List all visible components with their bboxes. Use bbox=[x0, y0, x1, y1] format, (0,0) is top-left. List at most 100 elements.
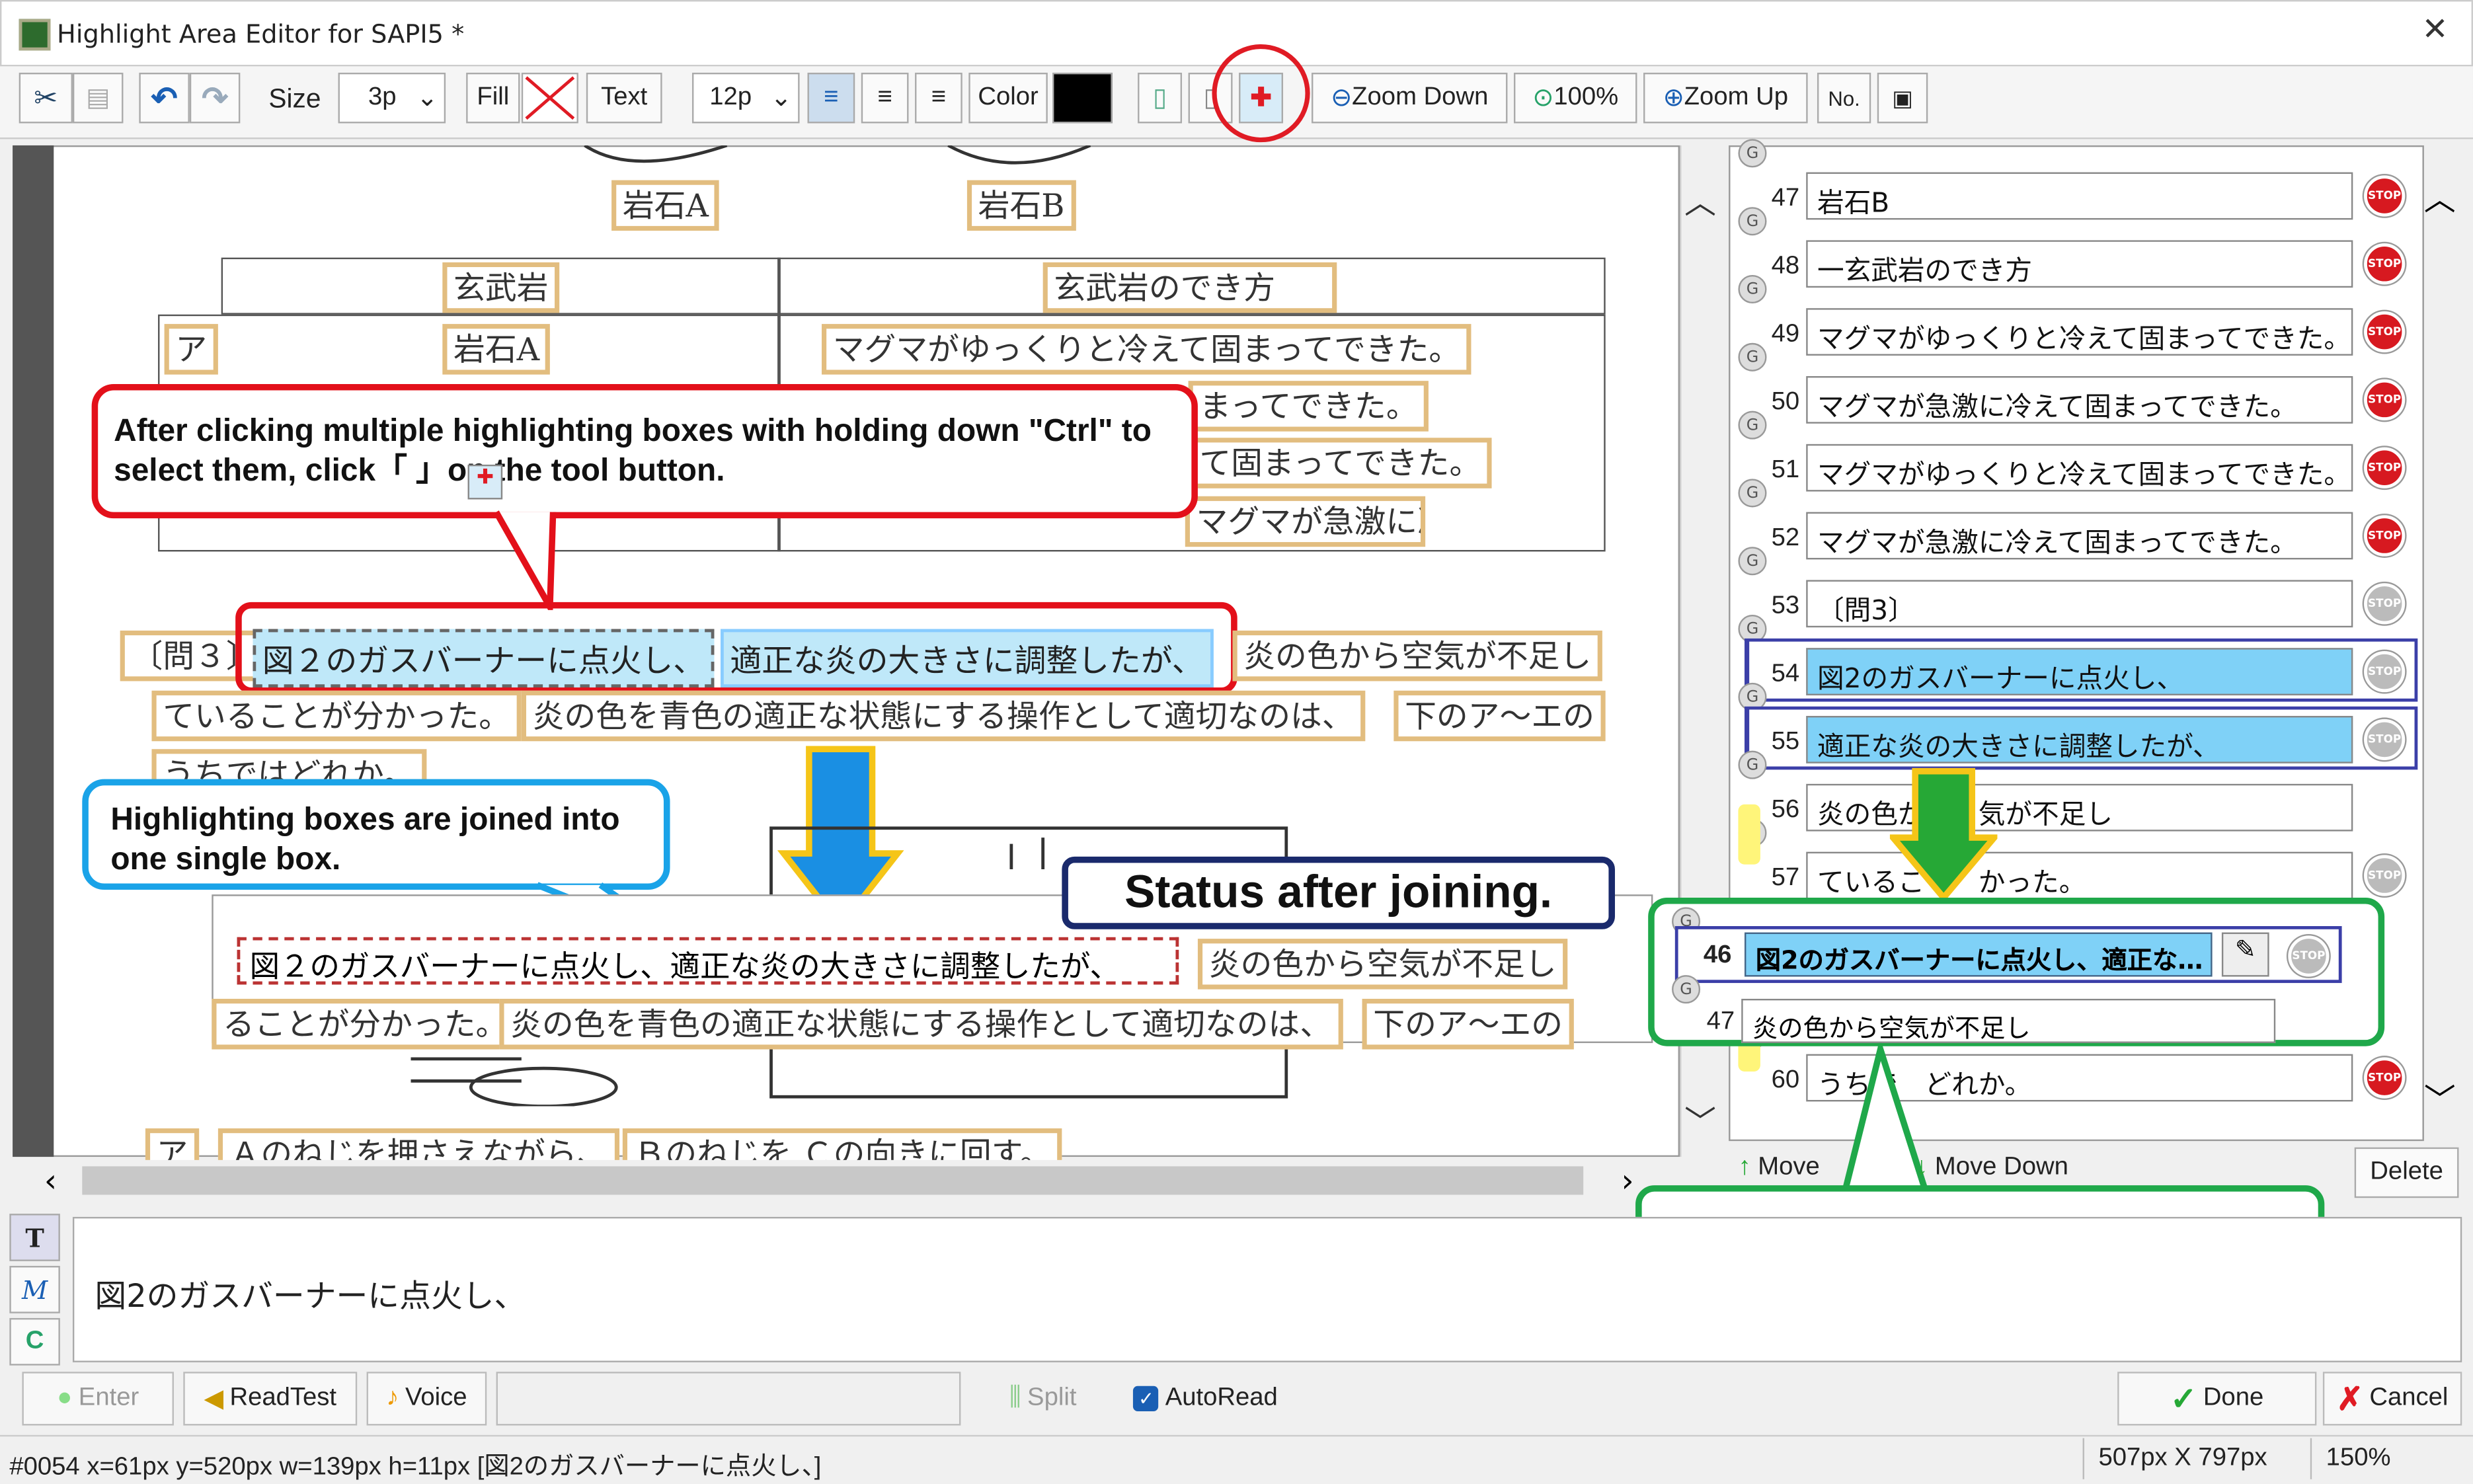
circle-icon: ● bbox=[57, 1384, 73, 1411]
list-row-number: 47 bbox=[1771, 184, 1800, 212]
stop-icon[interactable]: STOP bbox=[2364, 311, 2406, 353]
area-joined-rest[interactable]: 炎の色から空気が不足し bbox=[1197, 939, 1568, 990]
list-scroll-up-icon[interactable]: ︿ bbox=[2424, 174, 2456, 219]
zoom-up-button[interactable]: ⊕ Zoom Up bbox=[1643, 72, 1808, 124]
voice-field[interactable] bbox=[496, 1372, 961, 1426]
mode-chem-button[interactable]: C bbox=[9, 1317, 60, 1366]
mode-text-button[interactable]: T bbox=[9, 1214, 60, 1261]
align-right-button[interactable]: ≡ bbox=[915, 72, 962, 124]
fill-color-none[interactable] bbox=[521, 72, 578, 124]
readtest-button[interactable]: ◀ ReadTest bbox=[183, 1372, 358, 1426]
split-area-button[interactable]: ▯ bbox=[1138, 72, 1183, 124]
stop-icon[interactable]: STOP bbox=[2364, 515, 2406, 557]
list-row-text[interactable]: 岩石B bbox=[1806, 172, 2353, 220]
close-button[interactable]: ✕ bbox=[2415, 9, 2456, 47]
stop-icon[interactable]: STOP bbox=[2364, 243, 2406, 285]
callout-status: Status after joining. bbox=[1062, 856, 1615, 929]
reading-text-value[interactable]: 図2のガスバーナーに点火し、 bbox=[95, 1270, 526, 1316]
stop-icon[interactable]: STOP bbox=[2364, 1057, 2406, 1099]
scroll-down-icon[interactable]: ﹀ bbox=[1684, 1097, 1716, 1142]
area-table-h1[interactable]: 玄武岩 bbox=[442, 262, 560, 313]
area-selected-1[interactable]: 図２のガスバーナーに点火し、 bbox=[253, 629, 715, 687]
area-joined2c[interactable]: 下のア～エの bbox=[1362, 998, 1574, 1050]
align-left-icon: ≡ bbox=[824, 83, 839, 111]
reading-order-button[interactable]: ▣ bbox=[1877, 72, 1928, 124]
delete-button[interactable]: Delete bbox=[2354, 1147, 2459, 1198]
align-center-button[interactable]: ≡ bbox=[861, 72, 909, 124]
area-line2c[interactable]: 下のア～エの bbox=[1394, 690, 1606, 742]
stop-icon[interactable]: STOP bbox=[2364, 379, 2406, 420]
stop-icon[interactable]: STOP bbox=[2364, 855, 2406, 896]
list-scroll-down-icon[interactable]: ﹀ bbox=[2424, 1075, 2456, 1120]
list-row-text[interactable]: 図2のガスバーナーに点火し、 bbox=[1806, 648, 2353, 695]
stop-icon[interactable]: STOP bbox=[2364, 719, 2406, 760]
undo-button[interactable]: ↶ bbox=[139, 72, 190, 124]
cut-button[interactable]: ✂ bbox=[19, 72, 73, 124]
list-row-text[interactable]: 炎の色か 気が不足し bbox=[1806, 783, 2353, 832]
done-button[interactable]: ✓ Done bbox=[2117, 1372, 2317, 1426]
split-icon: ⫼ bbox=[1009, 1384, 1021, 1411]
status-zoom: 150% bbox=[2326, 1444, 2391, 1471]
autoread-checkbox[interactable]: ✓ AutoRead bbox=[1119, 1372, 1292, 1425]
list-row-text[interactable]: ているこ かった。 bbox=[1806, 851, 2353, 900]
group-icon: G bbox=[1738, 274, 1767, 304]
font-size-select[interactable]: 12p ⌄ bbox=[691, 72, 800, 124]
cancel-button[interactable]: ✗ Cancel bbox=[2322, 1372, 2462, 1426]
area-row-a-mark[interactable]: ア bbox=[164, 324, 218, 375]
stop-icon[interactable]: STOP bbox=[2288, 935, 2330, 977]
list-row-number: 53 bbox=[1771, 592, 1800, 620]
list-row-text[interactable]: マグマが急激に冷えて固まってできた。 bbox=[1806, 512, 2353, 560]
paste-button[interactable]: ▤ bbox=[72, 72, 124, 124]
stop-icon[interactable]: STOP bbox=[2364, 447, 2406, 488]
mode-math-button[interactable]: M bbox=[9, 1266, 60, 1313]
list-row-text[interactable]: 〔問3〕 bbox=[1806, 580, 2353, 628]
area-row-a-rock[interactable]: 岩石A bbox=[442, 324, 551, 375]
stop-icon[interactable]: STOP bbox=[2364, 583, 2406, 625]
size-select[interactable]: 3p ⌄ bbox=[338, 72, 446, 124]
voice-button[interactable]: ♪ Voice bbox=[366, 1372, 487, 1426]
scroll-left-icon[interactable]: ‹ bbox=[44, 1161, 57, 1199]
area-table-h2[interactable]: 玄武岩のでき方 bbox=[1042, 262, 1337, 313]
enter-button[interactable]: ● Enter bbox=[22, 1372, 174, 1426]
scroll-right-icon[interactable]: › bbox=[1622, 1161, 1634, 1199]
stop-icon[interactable]: STOP bbox=[2364, 651, 2406, 693]
stop-icon[interactable]: STOP bbox=[2364, 175, 2406, 217]
list-row-text[interactable]: 一玄武岩のでき方 bbox=[1806, 240, 2353, 288]
split-button[interactable]: ⫼ Split bbox=[973, 1372, 1112, 1425]
move-up-button[interactable]: ↑ Move bbox=[1738, 1153, 1928, 1194]
area-row-a-desc[interactable]: マグマがゆっくりと冷えて固まってできた。 bbox=[822, 324, 1472, 375]
zoom-down-button[interactable]: ⊖ Zoom Down bbox=[1312, 72, 1508, 124]
align-left-button[interactable]: ≡ bbox=[807, 72, 855, 124]
area-joined2b[interactable]: 炎の色を青色の適正な状態にする操作として適切なのは、 bbox=[499, 998, 1343, 1050]
area-line2a[interactable]: ていることが分かった。 bbox=[151, 690, 522, 742]
fill-button[interactable]: Fill bbox=[466, 72, 520, 124]
move-down-button[interactable]: ↓ Move Down bbox=[1915, 1153, 2137, 1194]
redo-button[interactable]: ↷ bbox=[189, 72, 241, 124]
color-swatch[interactable] bbox=[1052, 72, 1113, 124]
area-row-b-desc[interactable]: まってできた。 bbox=[1188, 381, 1429, 432]
horizontal-scroll-thumb[interactable] bbox=[82, 1166, 1584, 1195]
edit-note-icon[interactable]: ✎ bbox=[2221, 932, 2269, 977]
area-row-d-desc[interactable]: マグマが急激に冷えて固まってできた。 bbox=[1185, 496, 1426, 547]
area-line2b[interactable]: 炎の色を青色の適正な状態にする操作として適切なのは、 bbox=[521, 690, 1365, 742]
color-button[interactable]: Color bbox=[968, 72, 1048, 124]
area-selected-2[interactable]: 適正な炎の大きさに調整したが、 bbox=[721, 629, 1213, 687]
after-row-text[interactable]: 炎の色から空気が不足し bbox=[1741, 998, 2276, 1043]
area-rock-b[interactable]: 岩石B bbox=[966, 180, 1076, 231]
joined-row-text[interactable]: 図2のガスバーナーに点火し、適正な… bbox=[1745, 932, 2213, 977]
voice-label: Voice bbox=[405, 1384, 467, 1411]
text-button[interactable]: Text bbox=[586, 72, 662, 124]
area-joined[interactable]: 図２のガスバーナーに点火し、適正な炎の大きさに調整したが、 bbox=[237, 937, 1179, 985]
list-row-text[interactable]: マグマが急激に冷えて固まってできた。 bbox=[1806, 376, 2353, 424]
zoom-100-button[interactable]: ⊙ 100% bbox=[1514, 72, 1637, 124]
scissors-icon: ✂ bbox=[34, 81, 58, 113]
list-row-text[interactable]: マグマがゆっくりと冷えて固まってできた。 bbox=[1806, 308, 2353, 356]
list-row-text[interactable]: マグマがゆっくりと冷えて固まってできた。 bbox=[1806, 444, 2353, 492]
scroll-up-icon[interactable]: ︿ bbox=[1684, 177, 1716, 223]
area-row-c-desc[interactable]: て固まってできた。 bbox=[1188, 438, 1493, 488]
number-button[interactable]: No. bbox=[1817, 72, 1871, 124]
area-rock-a[interactable]: 岩石A bbox=[611, 180, 720, 231]
area-rest1[interactable]: 炎の色から空気が不足し bbox=[1232, 630, 1602, 682]
area-joined2a[interactable]: ることが分かった。 bbox=[212, 998, 519, 1050]
list-row-text[interactable]: 適正な炎の大きさに調整したが、 bbox=[1806, 716, 2353, 763]
